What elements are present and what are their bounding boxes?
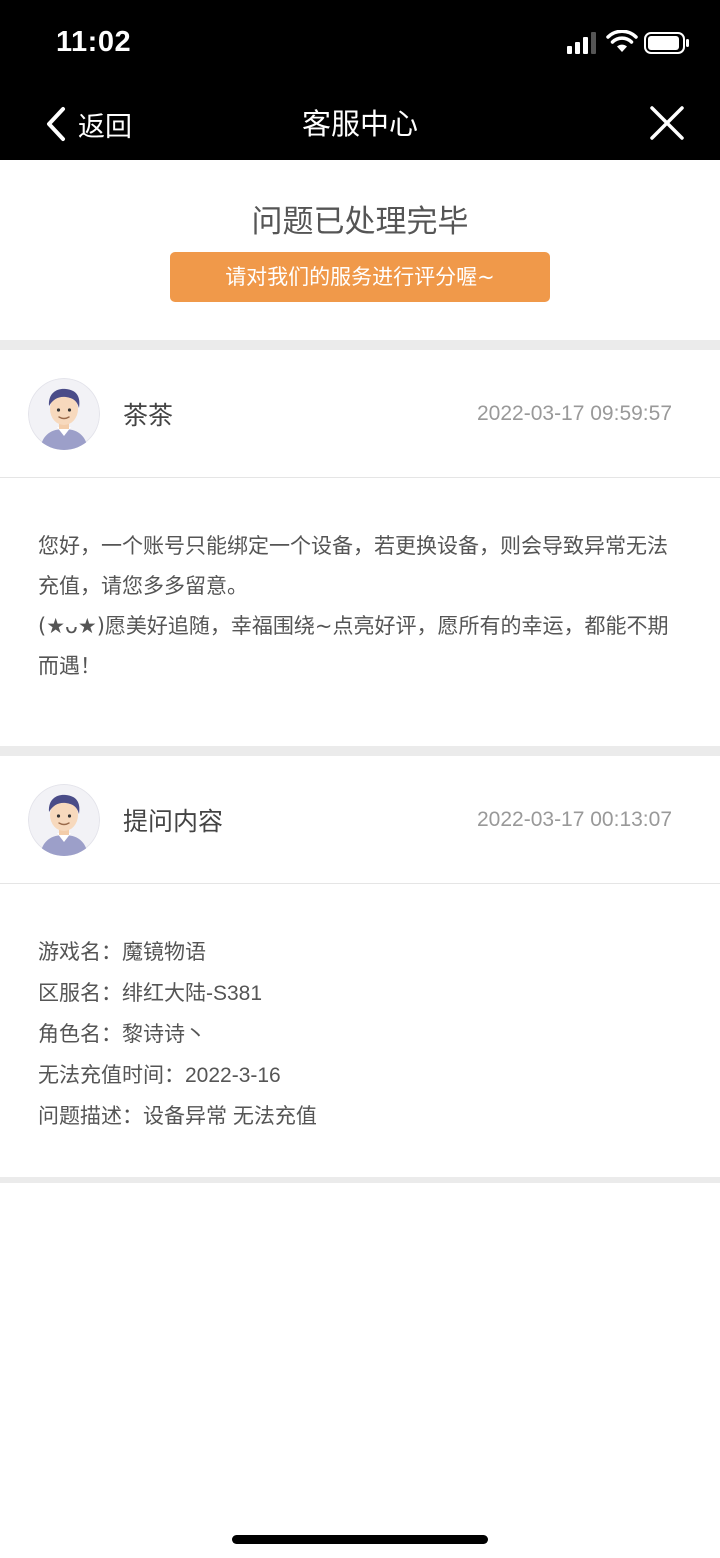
field-game-name: 游戏名：魔镜物语 bbox=[38, 940, 206, 964]
reply-message-line1: 您好，一个账号只能绑定一个设备，若更换设备，则会导致异常无法充值，请您多多留意。 bbox=[38, 534, 668, 598]
field-recharge-failure-time: 无法充值时间：2022-3-16 bbox=[38, 1063, 281, 1087]
reply-card: 茶茶 2022-03-17 09:59:57 您好，一个账号只能绑定一个设备，若… bbox=[0, 350, 720, 746]
question-card: 提问内容 2022-03-17 00:13:07 游戏名：魔镜物语 区服名：绯红… bbox=[0, 756, 720, 1177]
question-header: 提问内容 2022-03-17 00:13:07 bbox=[0, 756, 720, 884]
home-indicator[interactable] bbox=[232, 1535, 488, 1544]
reply-author-name: 茶茶 bbox=[123, 401, 174, 430]
section-divider bbox=[0, 340, 720, 350]
wifi-icon bbox=[606, 30, 638, 52]
nav-bar: 返回 客服中心 bbox=[0, 86, 720, 160]
user-avatar-icon bbox=[28, 378, 100, 450]
resolved-title: 问题已处理完毕 bbox=[251, 204, 469, 240]
close-icon[interactable] bbox=[648, 104, 686, 142]
question-body: 游戏名：魔镜物语 区服名：绯红大陆-S381 角色名：黎诗诗丶 无法充值时间：2… bbox=[0, 884, 720, 1177]
resolved-panel: 问题已处理完毕 请对我们的服务进行评分喔~ bbox=[0, 160, 720, 340]
reply-timestamp: 2022-03-17 09:59:57 bbox=[477, 402, 672, 425]
question-timestamp: 2022-03-17 00:13:07 bbox=[477, 808, 672, 831]
avatar bbox=[28, 378, 100, 450]
question-heading: 提问内容 bbox=[123, 807, 224, 836]
user-avatar-icon bbox=[28, 784, 100, 856]
status-time: 11:02 bbox=[56, 26, 132, 58]
status-bar: 11:02 bbox=[0, 0, 720, 86]
section-divider bbox=[0, 1177, 720, 1183]
field-problem-description: 问题描述：设备异常 无法充值 bbox=[38, 1104, 317, 1128]
cellular-signal-icon bbox=[567, 32, 596, 54]
field-role-name: 角色名：黎诗诗丶 bbox=[38, 1022, 206, 1046]
avatar bbox=[28, 784, 100, 856]
reply-header: 茶茶 2022-03-17 09:59:57 bbox=[0, 350, 720, 478]
section-divider bbox=[0, 746, 720, 756]
reply-body: 您好，一个账号只能绑定一个设备，若更换设备，则会导致异常无法充值，请您多多留意。… bbox=[0, 478, 720, 746]
field-server-name: 区服名：绯红大陆-S381 bbox=[38, 981, 263, 1005]
rate-service-button[interactable]: 请对我们的服务进行评分喔~ bbox=[170, 252, 550, 302]
page-title: 客服中心 bbox=[301, 107, 418, 141]
reply-message-line2: (★ᴗ★)愿美好追随，幸福围绕~点亮好评，愿所有的幸运，都能不期而遇！ bbox=[38, 614, 669, 678]
top-bar: 11:02 返回 客服中心 bbox=[0, 0, 720, 160]
battery-icon bbox=[644, 32, 689, 54]
